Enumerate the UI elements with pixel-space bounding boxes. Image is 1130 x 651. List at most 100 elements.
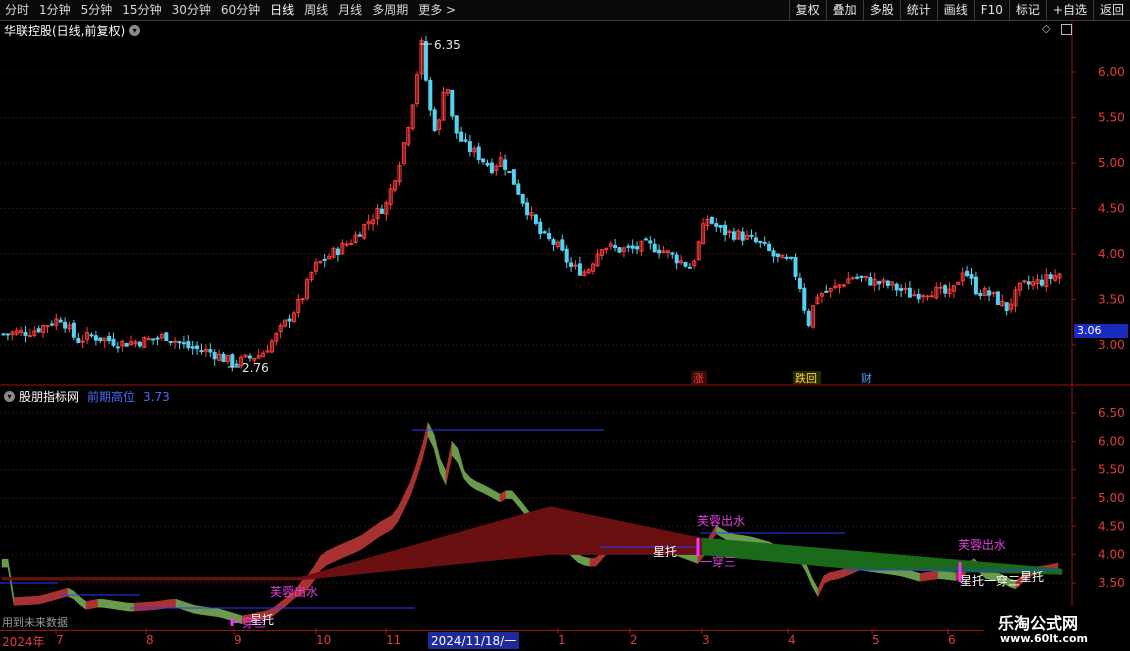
slow-ma-band xyxy=(821,547,827,567)
slow-ma-band xyxy=(781,544,787,564)
slow-ma-band xyxy=(417,542,423,569)
slow-ma-band xyxy=(325,568,331,578)
slow-ma-band xyxy=(609,518,615,555)
slow-ma-band xyxy=(933,557,939,572)
candle-body xyxy=(1039,279,1044,286)
candle-body xyxy=(538,221,543,235)
candle-body xyxy=(657,249,662,254)
event-marker: 财 xyxy=(861,371,872,385)
chevron-down-icon[interactable]: ▾ xyxy=(129,25,141,36)
slow-ma-band xyxy=(825,548,831,568)
candle-body xyxy=(885,280,890,286)
slow-ma-band xyxy=(533,509,539,557)
slow-ma-band xyxy=(677,532,683,555)
fast-ma-band xyxy=(343,540,351,558)
slow-ma-band xyxy=(429,539,435,568)
candle-body xyxy=(670,252,675,255)
slow-ma-band xyxy=(85,577,91,581)
candle-body xyxy=(481,158,486,163)
fast-ma-band xyxy=(397,494,405,522)
slow-ma-band xyxy=(501,518,507,560)
fast-ma-band xyxy=(913,571,921,582)
fast-ma-band xyxy=(349,537,357,555)
slow-ma-band xyxy=(913,555,919,571)
slow-ma-band xyxy=(545,506,551,556)
slow-ma-band xyxy=(977,561,983,573)
candle-body xyxy=(137,341,142,347)
slow-ma-band xyxy=(789,545,795,564)
slow-ma-band xyxy=(49,577,55,581)
candle-body xyxy=(969,273,974,279)
signal-annotation: 一穿三 xyxy=(230,615,266,630)
fast-ma-band xyxy=(499,490,507,503)
slow-ma-band xyxy=(529,510,535,557)
slow-ma-band xyxy=(329,567,335,578)
slow-ma-band xyxy=(5,577,11,581)
candle-body xyxy=(489,162,494,174)
date-label: 10 xyxy=(316,633,332,647)
main-panel-title: 华联控股(日线,前复权) ▾ xyxy=(4,22,141,39)
slow-ma-band xyxy=(593,515,599,555)
slow-ma-band xyxy=(1005,563,1011,574)
candle-body xyxy=(124,342,129,347)
slow-ma-band xyxy=(505,517,511,560)
fast-ma-band xyxy=(91,598,99,609)
slow-ma-band xyxy=(129,577,135,581)
slow-ma-band xyxy=(249,577,255,581)
slow-ma-band xyxy=(997,563,1003,574)
slow-ma-band xyxy=(29,577,35,581)
slow-ma-band xyxy=(929,557,935,572)
slow-ma-band xyxy=(785,544,791,564)
slow-ma-band xyxy=(809,546,815,566)
diamond-icon[interactable]: ◇ xyxy=(1042,22,1050,35)
fast-ma-band xyxy=(169,598,177,608)
slow-ma-band xyxy=(169,577,175,581)
fast-ma-band xyxy=(19,596,27,606)
candle-body xyxy=(1,333,6,336)
fast-ma-band xyxy=(583,556,591,567)
slow-ma-band xyxy=(413,543,419,569)
candle-body xyxy=(542,231,547,234)
date-label: 1 xyxy=(558,633,566,647)
candle-body xyxy=(344,243,349,246)
candle-body xyxy=(516,183,521,195)
panel-toggle-icon[interactable] xyxy=(1061,24,1072,35)
slow-ma-band xyxy=(397,548,403,571)
slow-ma-band xyxy=(433,537,439,567)
fast-ma-band xyxy=(835,569,843,580)
slow-ma-band xyxy=(885,553,891,571)
fast-ma-band xyxy=(925,571,933,581)
candle-body xyxy=(718,225,723,228)
fast-ma-band xyxy=(487,486,495,500)
slow-ma-band xyxy=(81,577,87,581)
slow-ma-band xyxy=(185,577,191,581)
slow-ma-band xyxy=(157,577,163,581)
candle-body xyxy=(507,171,512,174)
chevron-down-icon[interactable]: ▾ xyxy=(4,391,15,402)
slow-ma-band xyxy=(21,577,27,581)
date-label: 3 xyxy=(702,633,710,647)
slow-ma-band xyxy=(297,576,303,581)
candle-body xyxy=(503,159,508,170)
slow-ma-band xyxy=(617,520,623,555)
slow-ma-band xyxy=(313,571,319,579)
stock-chart[interactable]: 6.00 5.50 5.00 4.50 4.00 3.50 3.00 6.50 6.00 5.50… xyxy=(0,0,1130,650)
slow-ma-band xyxy=(189,577,195,581)
candle-body xyxy=(221,353,226,363)
slow-ma-band xyxy=(769,543,775,562)
candle-body xyxy=(683,261,688,267)
slow-ma-band xyxy=(901,554,907,571)
signal-annotation: 一穿三 xyxy=(700,554,736,569)
candle-body xyxy=(335,248,340,256)
slow-ma-band xyxy=(493,520,499,561)
fast-ma-band xyxy=(115,600,123,611)
fast-ma-band xyxy=(817,575,825,597)
y-tick-label: 4.50 xyxy=(1098,202,1125,216)
fast-ma-band xyxy=(37,594,45,605)
slow-ma-band xyxy=(233,577,239,581)
candle-body xyxy=(1048,274,1053,280)
slow-ma-band xyxy=(1001,563,1007,574)
slow-ma-band xyxy=(1,577,7,581)
slow-ma-band xyxy=(201,577,207,581)
slow-ma-band xyxy=(469,527,475,564)
